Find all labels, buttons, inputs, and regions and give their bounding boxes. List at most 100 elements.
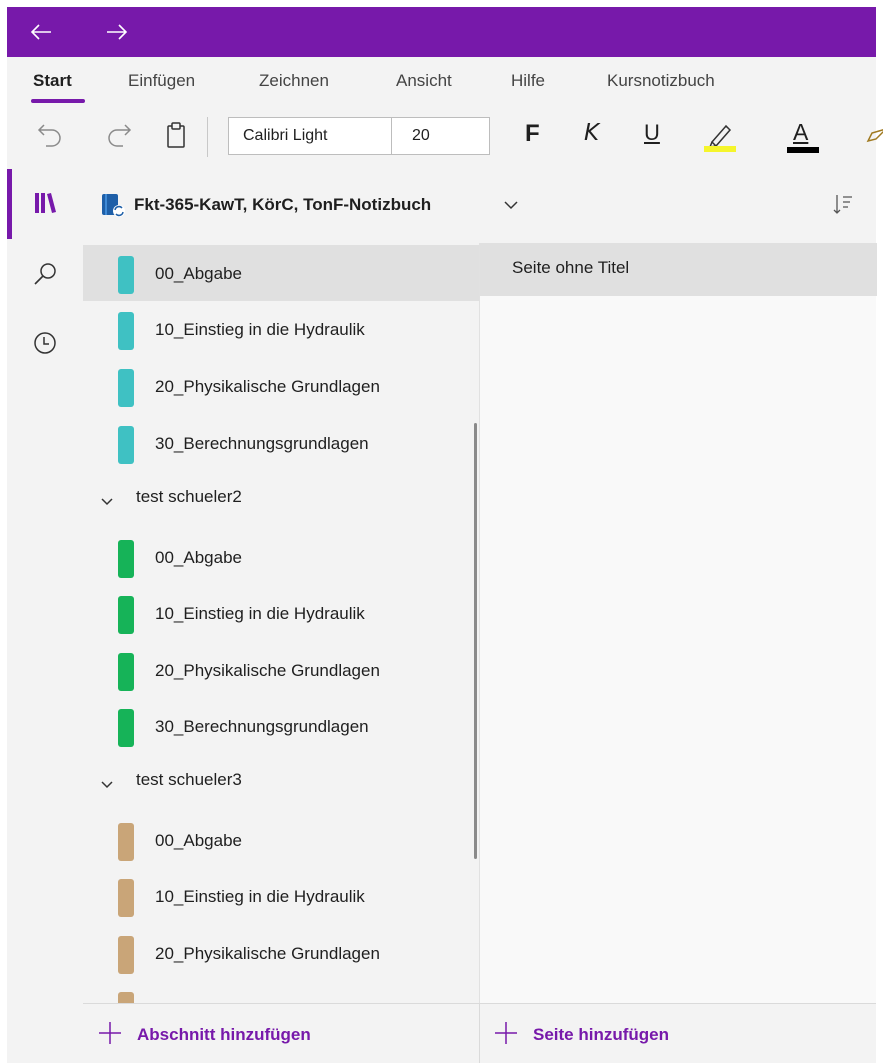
tab-einfuegen[interactable]: Einfügen <box>128 71 195 91</box>
redo-button[interactable] <box>103 119 135 151</box>
active-tab-indicator <box>31 99 85 103</box>
navigation-rail <box>7 167 83 1063</box>
redo-icon <box>108 124 132 147</box>
sections-pane: 00_Abgabe 10_Einstieg in die Hydraulik 2… <box>83 243 479 1003</box>
section-label: 00_Abgabe <box>155 831 242 850</box>
font-color-letter: A <box>793 119 809 145</box>
notebooks-button[interactable] <box>27 185 63 221</box>
section-item[interactable]: 10_Einstieg in die Hydraulik <box>83 868 479 924</box>
format-painter-icon <box>866 129 883 143</box>
font-selector: Calibri Light 20 <box>228 117 490 155</box>
font-name-input[interactable]: Calibri Light <box>229 118 392 154</box>
section-label: 20_Physikalische Grundlagen <box>155 661 380 680</box>
section-label: 00_Abgabe <box>155 264 242 283</box>
rail-active-indicator <box>7 169 12 239</box>
title-bar <box>7 7 876 57</box>
section-item[interactable]: 20_Physikalische Grundlagen <box>83 925 479 981</box>
clock-icon <box>34 332 56 354</box>
forward-button[interactable] <box>103 18 131 46</box>
sort-button[interactable] <box>830 191 856 217</box>
bottom-divider <box>479 1004 480 1063</box>
clipboard-icon <box>167 122 185 148</box>
notebook-header: Fkt-365-KawT, KörC, TonF-Notizbuch <box>83 167 876 243</box>
ribbon-tabs: Start Einfügen Zeichnen Ansicht Hilfe Ku… <box>7 57 876 105</box>
section-item[interactable]: 00_Abgabe <box>83 812 479 868</box>
recent-button[interactable] <box>27 325 63 361</box>
arrow-right-icon <box>107 24 128 40</box>
sort-icon <box>833 195 852 214</box>
add-page-label: Seite hinzufügen <box>533 1025 669 1044</box>
chevron-down-icon <box>101 781 113 789</box>
section-color-tab <box>118 369 134 407</box>
arrow-left-icon <box>30 24 51 40</box>
section-color-tab <box>118 312 134 350</box>
page-item[interactable]: Seite ohne Titel <box>480 243 877 296</box>
bold-button[interactable]: F <box>525 120 540 148</box>
section-item[interactable]: 00_Abgabe <box>83 245 479 301</box>
section-label: 10_Einstieg in die Hydraulik <box>155 320 365 339</box>
section-label: 10_Einstieg in die Hydraulik <box>155 604 365 623</box>
section-color-tab <box>118 709 134 747</box>
toolbar: Calibri Light 20 F K U A <box>7 105 883 167</box>
section-color-tab <box>118 936 134 974</box>
highlight-color-swatch <box>704 146 736 152</box>
notebook-icon <box>102 194 125 217</box>
notebook-name[interactable]: Fkt-365-KawT, KörC, TonF-Notizbuch <box>134 195 431 215</box>
notebooks-icon <box>35 193 56 213</box>
font-size-input[interactable]: 20 <box>392 118 489 154</box>
chevron-down-icon <box>101 498 113 506</box>
back-button[interactable] <box>27 18 55 46</box>
search-button[interactable] <box>27 257 63 293</box>
plus-icon <box>99 1022 121 1044</box>
section-item[interactable]: 30_Berechnungsgrundlagen <box>83 698 479 754</box>
plus-icon <box>495 1022 517 1044</box>
font-color-button[interactable]: A <box>783 119 823 157</box>
section-item[interactable]: 00_Abgabe <box>83 529 479 585</box>
section-group-header[interactable]: test schueler3 <box>83 755 479 811</box>
section-color-tab <box>118 653 134 691</box>
section-color-tab <box>118 879 134 917</box>
section-group-label: test schueler2 <box>136 487 242 506</box>
section-item[interactable]: 30_Berechnungsgrundlagen <box>83 415 479 471</box>
undo-icon <box>37 124 61 147</box>
section-group-header[interactable]: test schueler2 <box>83 472 479 528</box>
tab-zeichnen[interactable]: Zeichnen <box>259 71 329 91</box>
chevron-down-icon <box>504 201 518 210</box>
search-icon <box>34 263 56 285</box>
section-item[interactable]: 10_Einstieg in die Hydraulik <box>83 585 479 641</box>
section-color-tab <box>118 256 134 294</box>
notebook-switcher[interactable] <box>99 191 127 219</box>
section-item[interactable]: 20_Physikalische Grundlagen <box>83 358 479 414</box>
page-label: Seite ohne Titel <box>512 258 630 277</box>
notebook-dropdown[interactable] <box>499 193 523 217</box>
tab-start[interactable]: Start <box>33 71 72 91</box>
section-color-tab <box>118 540 134 578</box>
format-painter-button[interactable] <box>864 123 883 151</box>
italic-button[interactable]: K <box>584 120 599 146</box>
tab-kursnotizbuch[interactable]: Kursnotizbuch <box>607 71 715 91</box>
undo-button[interactable] <box>34 119 66 151</box>
tab-hilfe[interactable]: Hilfe <box>511 71 545 91</box>
font-color-swatch <box>787 147 819 153</box>
section-label: 30_Berechnungsgrundlagen <box>155 434 369 453</box>
section-item-partial[interactable] <box>83 981 479 1003</box>
tab-ansicht[interactable]: Ansicht <box>396 71 452 91</box>
section-color-tab <box>118 823 134 861</box>
section-item[interactable]: 10_Einstieg in die Hydraulik <box>83 301 479 357</box>
paste-button[interactable] <box>160 119 192 151</box>
section-color-tab <box>118 596 134 634</box>
underline-button[interactable]: U <box>644 120 660 146</box>
section-label: 20_Physikalische Grundlagen <box>155 944 380 963</box>
sections-scrollbar[interactable] <box>474 423 477 859</box>
add-section-label: Abschnitt hinzufügen <box>137 1025 311 1044</box>
section-label: 30_Berechnungsgrundlagen <box>155 717 369 736</box>
pages-pane: Seite ohne Titel <box>479 243 877 1003</box>
highlight-button[interactable] <box>699 117 741 157</box>
section-color-tab <box>118 426 134 464</box>
section-label: 00_Abgabe <box>155 548 242 567</box>
section-group-label: test schueler3 <box>136 770 242 789</box>
section-color-tab <box>118 992 134 1003</box>
section-item[interactable]: 20_Physikalische Grundlagen <box>83 642 479 698</box>
toolbar-separator <box>207 117 208 157</box>
section-label: 10_Einstieg in die Hydraulik <box>155 887 365 906</box>
